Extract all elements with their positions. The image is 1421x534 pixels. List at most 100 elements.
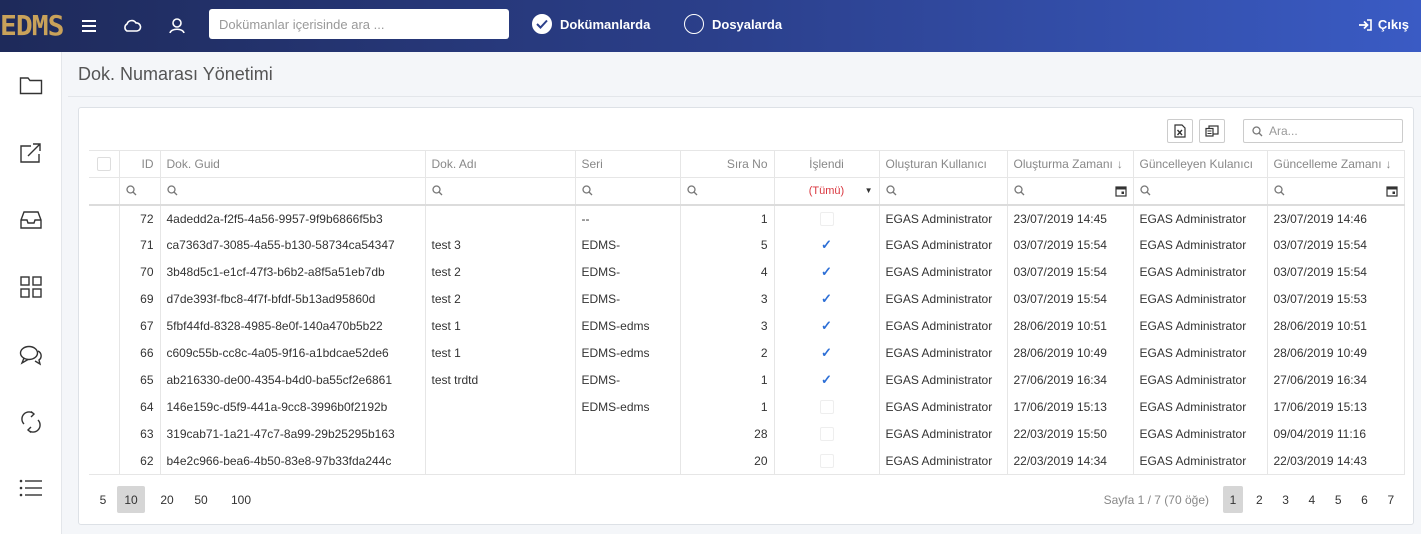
page-7[interactable]: 7: [1381, 486, 1401, 513]
col-seq[interactable]: Sıra No: [680, 150, 775, 178]
sync-icon[interactable]: [17, 408, 45, 436]
table-row[interactable]: 63 319cab71-1a21-47c7-8a99-29b25295b163 28…: [89, 420, 1405, 448]
col-created-by[interactable]: Oluşturan Kullanıcı: [879, 150, 1008, 178]
select-all-cell: [89, 150, 120, 178]
cell-processed: [774, 393, 880, 421]
filter-created-by[interactable]: [879, 177, 1008, 206]
chat-icon[interactable]: [17, 341, 45, 369]
page-size-20[interactable]: 20: [153, 486, 181, 513]
row-select-cell[interactable]: [89, 420, 120, 448]
filter-series[interactable]: [575, 177, 681, 206]
filter-processed[interactable]: (Tümü) ▼: [774, 177, 880, 206]
grid-icon[interactable]: [17, 273, 45, 301]
unchecked-box: [819, 400, 834, 415]
cell-updated-by: EGAS Administrator: [1133, 420, 1268, 448]
table-row[interactable]: 71 ca7363d7-3085-4a55-b130-58734ca54347 te…: [89, 231, 1405, 259]
page-size-50[interactable]: 50: [187, 486, 215, 513]
radio-files[interactable]: Dosyalarda: [684, 13, 782, 35]
cell-id: 67: [119, 312, 161, 340]
column-chooser-button[interactable]: [1199, 119, 1225, 143]
radio-documents[interactable]: Dokümanlarda: [532, 13, 650, 35]
cell-series: EDMS-: [575, 258, 681, 286]
row-select-cell[interactable]: [89, 258, 120, 286]
grid-search[interactable]: [1243, 119, 1403, 143]
inbox-icon[interactable]: [17, 206, 45, 234]
list-icon[interactable]: [17, 474, 45, 502]
table-row[interactable]: 62 b4e2c966-bea6-4b50-83e8-97b33fda244c 20…: [89, 447, 1405, 475]
cell-id: 66: [119, 339, 161, 367]
divider: [68, 96, 1421, 97]
col-created-at[interactable]: Oluşturma Zamanı ↓: [1007, 150, 1134, 178]
filter-updated-at[interactable]: [1267, 177, 1405, 206]
processed-filter-select[interactable]: (Tümü) ▼: [781, 185, 873, 197]
table-row[interactable]: 69 d7de393f-fbc8-4f7f-bfdf-5b13ad95860d te…: [89, 285, 1405, 313]
cloud-icon[interactable]: [120, 14, 144, 38]
page-3[interactable]: 3: [1276, 486, 1296, 513]
cell-series: [575, 420, 681, 448]
filter-updated-by[interactable]: [1133, 177, 1268, 206]
col-id[interactable]: ID: [119, 150, 161, 178]
page-5[interactable]: 5: [1328, 486, 1348, 513]
table-row[interactable]: 67 5fbf44fd-8328-4985-8e0f-140a470b5b22 te…: [89, 312, 1405, 340]
page-4[interactable]: 4: [1302, 486, 1322, 513]
export-excel-button[interactable]: [1167, 119, 1193, 143]
user-icon[interactable]: [165, 14, 189, 38]
row-select-cell[interactable]: [89, 393, 120, 421]
cell-updated-at: 17/06/2019 15:13: [1267, 393, 1405, 421]
global-search-input[interactable]: [209, 9, 509, 39]
cell-updated-by: EGAS Administrator: [1133, 285, 1268, 313]
col-name[interactable]: Dok. Adı: [425, 150, 576, 178]
cell-seq: 20: [680, 447, 775, 475]
cell-guid: ab216330-de00-4354-b4d0-ba55cf2e6861: [160, 366, 426, 394]
cell-updated-at: 09/04/2019 11:16: [1267, 420, 1405, 448]
col-processed[interactable]: İşlendi: [774, 150, 880, 178]
cell-processed: ✓: [774, 285, 880, 313]
cell-guid: ca7363d7-3085-4a55-b130-58734ca54347: [160, 231, 426, 259]
radio-documents-label: Dokümanlarda: [560, 16, 651, 32]
calendar-icon[interactable]: [1385, 185, 1398, 197]
grid-search-input[interactable]: [1269, 124, 1389, 138]
filter-guid[interactable]: [160, 177, 426, 206]
table-row[interactable]: 72 4adedd2a-f2f5-4a56-9957-9f9b6866f5b3 --…: [89, 204, 1405, 232]
share-icon[interactable]: [17, 139, 45, 167]
filter-created-at[interactable]: [1007, 177, 1134, 206]
search-icon: [581, 185, 592, 196]
row-select-cell[interactable]: [89, 204, 120, 232]
page-2[interactable]: 2: [1249, 486, 1269, 513]
select-all-checkbox[interactable]: [96, 157, 111, 172]
page-6[interactable]: 6: [1355, 486, 1375, 513]
cell-name: test 1: [425, 312, 576, 340]
row-select-cell[interactable]: [89, 231, 120, 259]
col-updated-at[interactable]: Güncelleme Zamanı ↓: [1267, 150, 1405, 178]
row-select-cell[interactable]: [89, 285, 120, 313]
logo[interactable]: EDMS: [0, 8, 66, 44]
row-select-cell[interactable]: [89, 339, 120, 367]
page-1[interactable]: 1: [1223, 486, 1243, 513]
row-select-cell[interactable]: [89, 312, 120, 340]
row-select-cell[interactable]: [89, 366, 120, 394]
row-select-cell[interactable]: [89, 447, 120, 475]
folder-icon[interactable]: [17, 71, 45, 99]
page-size-10[interactable]: 10: [117, 486, 145, 513]
col-updated-by[interactable]: Güncelleyen Kulanıcı: [1133, 150, 1268, 178]
page-size-5[interactable]: 5: [89, 486, 117, 513]
filter-name[interactable]: [425, 177, 576, 206]
table-row[interactable]: 65 ab216330-de00-4354-b4d0-ba55cf2e6861 te…: [89, 366, 1405, 394]
logout-button[interactable]: Çıkış: [1358, 17, 1409, 32]
col-updated-at-label: Güncelleme Zamanı: [1273, 157, 1382, 171]
col-guid[interactable]: Dok. Guid: [160, 150, 426, 178]
menu-icon[interactable]: [77, 14, 101, 38]
filter-id[interactable]: [119, 177, 161, 206]
cell-id: 63: [119, 420, 161, 448]
cell-created-by: EGAS Administrator: [879, 312, 1008, 340]
page-size-100[interactable]: 100: [225, 486, 257, 513]
table-row[interactable]: 66 c609c55b-cc8c-4a05-9f16-a1bdcae52de6 te…: [89, 339, 1405, 367]
filter-select: [89, 177, 120, 206]
table-row[interactable]: 70 3b48d5c1-e1cf-47f3-b6b2-a8f5a51eb7db te…: [89, 258, 1405, 286]
excel-icon: [1174, 124, 1186, 138]
table-row[interactable]: 64 146e159c-d5f9-441a-9cc8-3996b0f2192b ED…: [89, 393, 1405, 421]
cell-seq: 1: [680, 393, 775, 421]
calendar-icon[interactable]: [1114, 185, 1127, 197]
filter-seq[interactable]: [680, 177, 775, 206]
col-series[interactable]: Seri: [575, 150, 681, 178]
